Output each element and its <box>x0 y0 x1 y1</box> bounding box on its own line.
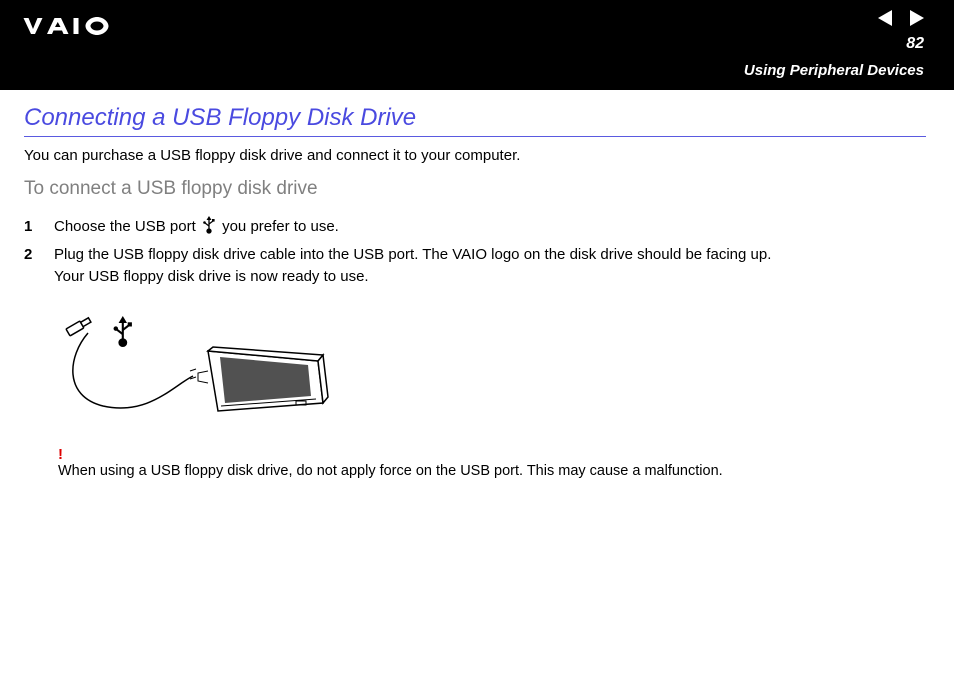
usb-icon <box>202 216 216 234</box>
page-title: Connecting a USB Floppy Disk Drive <box>24 104 926 132</box>
prev-page-arrow-icon[interactable] <box>878 10 892 26</box>
section-name: Using Peripheral Devices <box>744 62 924 79</box>
title-rule <box>24 136 926 137</box>
step-2: Plug the USB floppy disk drive cable int… <box>24 244 926 288</box>
page-header: 82 Using Peripheral Devices <box>0 0 954 90</box>
step2-line2: Your USB floppy disk drive is now ready … <box>54 268 369 285</box>
step-1: Choose the USB port you prefer to use. <box>24 216 926 238</box>
page-number: 82 <box>906 35 924 53</box>
vaio-logo <box>22 12 122 40</box>
procedure-heading: To connect a USB floppy disk drive <box>24 178 926 200</box>
next-page-arrow-icon[interactable] <box>910 10 924 26</box>
steps-list: Choose the USB port you prefer to use. <box>24 216 926 287</box>
nav-controls <box>878 10 924 26</box>
step1-after: you prefer to use. <box>222 218 339 235</box>
page-content: Connecting a USB Floppy Disk Drive You c… <box>0 90 954 479</box>
step2-line1: Plug the USB floppy disk drive cable int… <box>54 246 771 263</box>
intro-text: You can purchase a USB floppy disk drive… <box>24 147 926 164</box>
caution-text: When using a USB floppy disk drive, do n… <box>58 463 926 479</box>
caution-mark: ! <box>58 446 926 463</box>
step1-before: Choose the USB port <box>54 218 200 235</box>
floppy-drive-illustration <box>58 311 338 431</box>
